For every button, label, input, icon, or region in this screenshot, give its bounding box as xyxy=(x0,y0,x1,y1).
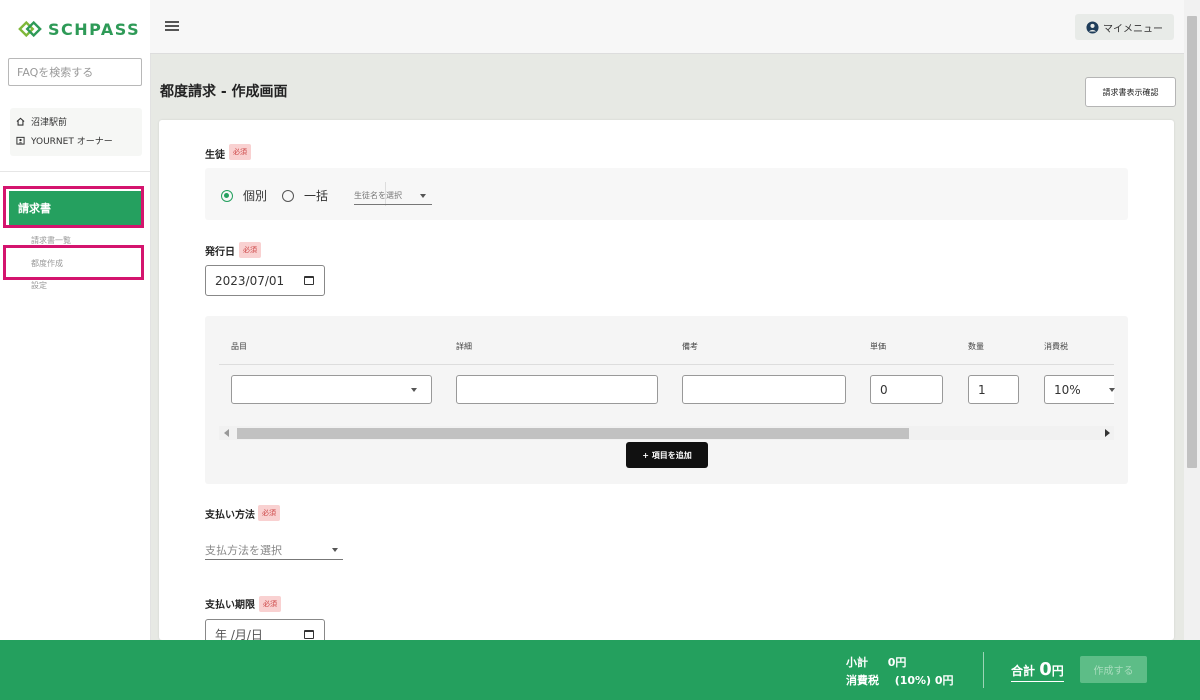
my-menu-button[interactable]: マイメニュー xyxy=(1075,14,1174,40)
tax-select[interactable]: 10% xyxy=(1044,375,1115,404)
column-header-note: 備考 xyxy=(682,342,698,351)
due-date-input[interactable]: 年 /月/日 xyxy=(205,619,325,640)
issue-date-label: 発行日 xyxy=(205,247,235,258)
column-header-detail: 詳細 xyxy=(456,342,472,351)
footer-divider xyxy=(983,652,984,688)
unit-price-input[interactable]: 0 xyxy=(870,375,943,404)
unit-price-value: 0 xyxy=(880,382,888,397)
required-badge: 必須 xyxy=(259,596,281,612)
tax-label-text: 消費税 xyxy=(846,674,879,687)
id-badge-icon xyxy=(16,136,25,145)
home-icon xyxy=(16,117,25,126)
sidebar: SCHPASS 沼津駅前 YOURNET オーナー 請求書 請求書一覧 都度作成… xyxy=(0,0,151,659)
column-header-tax: 消費税 xyxy=(1044,342,1068,351)
payment-method-placeholder: 支払方法を選択 xyxy=(205,544,282,557)
detail-input[interactable] xyxy=(456,375,658,404)
school-name: 沼津駅前 xyxy=(31,118,68,128)
total-value: 0 xyxy=(1039,659,1052,680)
column-header-item: 品目 xyxy=(231,342,247,351)
sidebar-item-settings[interactable]: 設定 xyxy=(31,280,47,291)
issue-date-value: 2023/07/01 xyxy=(215,273,285,288)
scroll-left-icon[interactable] xyxy=(224,429,229,437)
header-divider xyxy=(219,364,1114,365)
chevron-down-icon xyxy=(411,388,417,392)
user-circle-icon xyxy=(1086,20,1099,34)
radio-individual[interactable] xyxy=(221,190,233,202)
due-date-placeholder: 年 /月/日 xyxy=(215,628,263,640)
student-select-placeholder: 生徒名を選択 xyxy=(354,191,402,200)
total-amount: 合計 0円 xyxy=(1011,659,1064,682)
issue-date-input[interactable]: 2023/07/01 xyxy=(205,265,325,296)
quantity-input[interactable]: 1 xyxy=(968,375,1019,404)
chevron-down-icon xyxy=(332,548,338,552)
column-header-quantity: 数量 xyxy=(968,342,984,351)
student-label: 生徒 xyxy=(205,150,225,161)
payment-method-label: 支払い方法 xyxy=(205,510,255,521)
page-title: 都度請求 - 作成画面 xyxy=(160,84,288,100)
subtotal-label: 小計 0円 xyxy=(846,654,906,670)
items-table: 品目 詳細 備考 単価 数量 消費税 0 1 10% + 項目を追加 xyxy=(205,316,1128,484)
form-card: 生徒 必須 個別 一括 生徒名を選択 発行日 必須 2023/07/01 品目 … xyxy=(159,120,1174,640)
total-unit: 円 xyxy=(1051,664,1064,678)
subtotal-value: 0円 xyxy=(887,656,907,669)
owner-name: YOURNET オーナー xyxy=(31,137,113,147)
scroll-right-icon[interactable] xyxy=(1105,429,1110,437)
logo-mark-icon xyxy=(18,20,42,38)
scrollbar-thumb[interactable] xyxy=(237,428,909,439)
required-badge: 必須 xyxy=(229,144,251,160)
add-item-button[interactable]: + 項目を追加 xyxy=(626,442,708,468)
due-date-label: 支払い期限 xyxy=(205,600,255,611)
logo[interactable]: SCHPASS xyxy=(18,18,140,40)
required-badge: 必須 xyxy=(258,505,280,521)
hamburger-menu-icon[interactable] xyxy=(165,21,179,31)
create-button[interactable]: 作成する xyxy=(1080,656,1147,683)
page-scrollbar[interactable] xyxy=(1184,0,1200,640)
chevron-down-icon xyxy=(420,194,426,198)
note-input[interactable] xyxy=(682,375,846,404)
table-horizontal-scrollbar[interactable] xyxy=(219,426,1114,440)
chevron-down-icon xyxy=(1109,388,1115,392)
calendar-icon[interactable] xyxy=(304,276,314,285)
item-select[interactable] xyxy=(231,375,432,404)
highlight-frame-invoice xyxy=(3,186,144,228)
radio-individual-label: 個別 xyxy=(243,189,268,203)
top-bar: マイメニュー xyxy=(150,0,1184,54)
tax-summary: 消費税 (10%) 0円 xyxy=(846,672,954,688)
radio-bulk-label: 一括 xyxy=(304,189,329,203)
radio-bulk[interactable] xyxy=(282,190,294,202)
required-badge: 必須 xyxy=(239,242,261,258)
footer-bar: 小計 0円 消費税 (10%) 0円 合計 0円 作成する xyxy=(0,640,1200,700)
subtotal-label-text: 小計 xyxy=(846,656,868,669)
faq-search-input[interactable] xyxy=(8,58,142,86)
my-menu-label: マイメニュー xyxy=(1103,23,1163,35)
tax-value: 10% xyxy=(1054,382,1081,397)
logo-text: SCHPASS xyxy=(48,19,141,39)
quantity-value: 1 xyxy=(978,382,986,397)
student-select[interactable]: 生徒名を選択 xyxy=(354,190,432,205)
tax-rate-value: (10%) 0円 xyxy=(894,674,954,687)
school-info: 沼津駅前 YOURNET オーナー xyxy=(10,108,142,156)
total-label: 合計 xyxy=(1011,664,1036,678)
invoice-preview-button[interactable]: 請求書表示確認 xyxy=(1085,77,1176,107)
highlight-frame-ad-hoc xyxy=(3,245,144,280)
calendar-icon[interactable] xyxy=(304,630,314,639)
column-header-unit-price: 単価 xyxy=(870,342,886,351)
student-selector: 個別 一括 生徒名を選択 xyxy=(205,168,1128,220)
payment-method-select[interactable]: 支払方法を選択 xyxy=(205,542,343,560)
sidebar-divider xyxy=(0,171,150,172)
